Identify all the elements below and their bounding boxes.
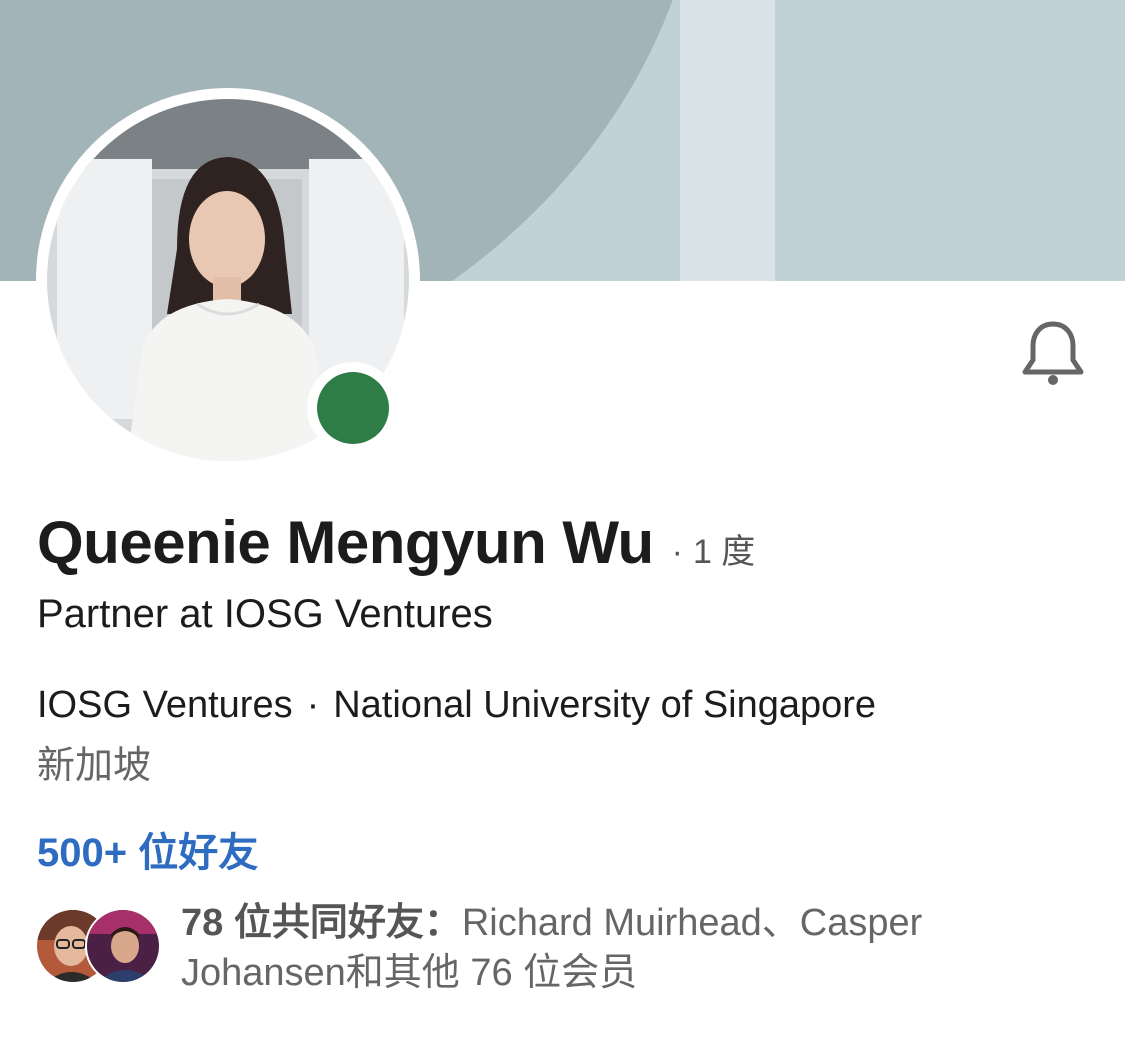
mutual-count: 78 位共同好友： (181, 902, 462, 944)
profile-location: 新加坡 (37, 745, 152, 787)
company-link[interactable]: IOSG Ventures (37, 684, 293, 726)
profile-headline: Partner at IOSG Ventures (37, 592, 493, 636)
mutual-connections-avatars[interactable] (35, 908, 161, 984)
profile-name: Queenie Mengyun Wu (37, 509, 654, 576)
connections-link[interactable]: 500+ 位好友 (37, 820, 258, 878)
degree-separator: · (671, 533, 683, 571)
online-status-dot (317, 372, 389, 444)
school-link[interactable]: National University of Singapore (333, 684, 876, 726)
name-row: Queenie Mengyun Wu · 1 度 (37, 508, 755, 577)
connection-degree: 1 度 (692, 533, 756, 571)
org-separator: · (306, 684, 320, 726)
mutual-avatar-2 (85, 908, 161, 984)
bell-icon[interactable] (1018, 318, 1088, 388)
banner-stripe (680, 0, 775, 281)
profile-organizations: IOSG Ventures · National University of Sin… (37, 684, 876, 727)
mutual-connections-text[interactable]: 78 位共同好友：Richard Muirhead、Casper Johanse… (181, 898, 1061, 998)
